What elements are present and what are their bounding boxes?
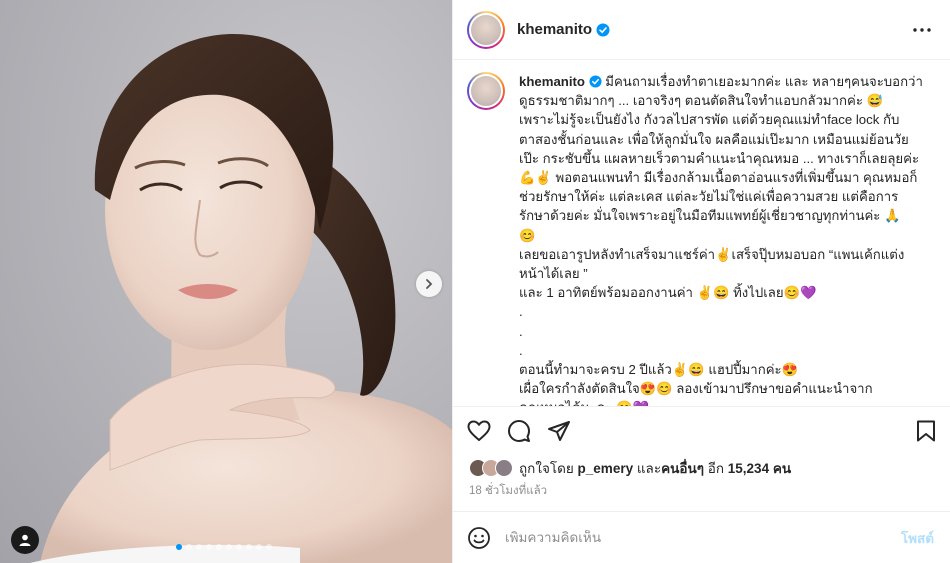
user-tag-button[interactable] (11, 526, 39, 554)
post-photo[interactable] (0, 0, 452, 563)
carousel-dot (266, 544, 272, 550)
more-horizontal-icon (913, 27, 931, 32)
more-options-button[interactable] (912, 27, 932, 33)
chevron-right-icon (426, 279, 433, 289)
caption-username[interactable]: khemanito (519, 74, 585, 89)
likes-more: อีก (707, 461, 725, 476)
save-button[interactable] (896, 420, 936, 442)
likes-unit: คน (772, 461, 792, 476)
post-header: khemanito (453, 0, 950, 60)
emoji-picker-button[interactable] (467, 526, 491, 550)
caption-line: . (519, 304, 523, 320)
liker-username[interactable]: p_emery (578, 461, 634, 476)
caption-line: คุณหมอได้นะคะ 😊💜 (519, 398, 935, 406)
caption-line: ตอนนี้ทำมาจะครบ 2 ปีแล้ว✌😄 แฮปปี้มากค่ะ😍 (519, 362, 799, 378)
caption-line: . (519, 323, 523, 339)
post-modal: khemanito khemanito มีคนถามเรื่องทำตาเยอ… (0, 0, 950, 563)
caption-line: รักษาด้วยค่ะ มั่นใจเพราะอยู่ในมือทีมแพทย… (519, 208, 901, 224)
likes-count: 15,234 (727, 460, 770, 476)
carousel-dot (256, 544, 262, 550)
header-username[interactable]: khemanito (517, 21, 592, 38)
comment-input[interactable] (505, 530, 901, 545)
caption-line: ดูธรรมชาติมากๆ ... เอาจริงๆ ตอนตัดสินใจท… (519, 93, 883, 109)
caption-line: ช่วยรักษาให้ค่ะ แต่ละเคส แต่ละวัยไม่ใช่แ… (519, 189, 899, 205)
heart-icon (467, 420, 491, 441)
carousel-dot (196, 544, 202, 550)
comment-button[interactable] (507, 419, 547, 443)
caption-line: khemanito มีคนถามเรื่องทำตาเยอะมากค่ะ แล… (519, 72, 935, 91)
carousel-dot (216, 544, 222, 550)
caption-avatar[interactable] (467, 72, 505, 110)
portrait-image (30, 33, 452, 563)
paper-plane-icon (548, 421, 570, 441)
caption-line: เลยขอเอารูปหลังทำเสร็จมาแชร์ค่า✌เสร็จปุ๊… (519, 246, 905, 262)
carousel-dot (236, 544, 242, 550)
likes-summary[interactable]: ถูกใจโดย p_emery และ คนอื่นๆ อีก 15,234 ค… (453, 455, 950, 481)
carousel-dot (186, 544, 192, 550)
avatar[interactable] (467, 10, 505, 49)
caption-line: เป๊ะ กระชับขึ้น แผลหายเร็วตามคำแนะนำคุณห… (519, 150, 920, 166)
caption-line: และ 1 อาทิตย์พร้อมออกงานค่า ✌😄 ทิ้งไปเลย… (519, 285, 817, 301)
likes-prefix: ถูกใจโดย (519, 461, 574, 476)
caption-scroll-area[interactable]: khemanito มีคนถามเรื่องทำตาเยอะมากค่ะ แล… (453, 60, 950, 407)
carousel-next-button[interactable] (416, 271, 442, 297)
carousel-indicator (176, 544, 272, 550)
caption-text: khemanito มีคนถามเรื่องทำตาเยอะมากค่ะ แล… (519, 72, 935, 406)
carousel-dot (226, 544, 232, 550)
smiley-icon (468, 526, 490, 549)
caption-line: เพราะไม่รู้จะเป็นยังไง กังวลไปสารพัด แต่… (519, 112, 900, 128)
caption-line: 💪✌ พอตอนแพนทำ มีเรื่องกล้ามเนื้อตาอ่อนแร… (519, 170, 918, 186)
likes-others-link[interactable]: คนอื่นๆ (661, 457, 704, 479)
user-tag-icon (19, 534, 31, 546)
verified-badge-icon (589, 75, 602, 88)
caption-line: . (519, 342, 523, 358)
carousel-dot (206, 544, 212, 550)
bookmark-icon (917, 420, 935, 442)
avatar (495, 459, 513, 477)
action-bar (453, 407, 950, 455)
comment-bar: โพสต์ (453, 511, 950, 563)
caption-line: เผื่อใครกำลังตัดสินใจ😍😊 ลองเข้ามาปรึกษาข… (519, 381, 873, 397)
comment-bubble-icon (508, 420, 530, 442)
carousel-dot (246, 544, 252, 550)
verified-badge-icon (596, 23, 610, 37)
likes-and: และ (636, 461, 662, 476)
like-button[interactable] (467, 420, 507, 442)
caption-line: หน้าได้เลย ” (519, 266, 588, 282)
caption-line: ตาสองชั้นก่อนและ เพื่อให้ลูกมั่นใจ ผลคือ… (519, 131, 909, 147)
post-timestamp[interactable]: 18 ชั่วโมงที่แล้ว (453, 481, 950, 501)
liker-avatars (469, 459, 513, 477)
post-comment-button[interactable]: โพสต์ (901, 527, 934, 549)
caption-line-text: มีคนถามเรื่องทำตาเยอะมากค่ะ และ หลายๆคนจ… (605, 74, 923, 89)
carousel-dot (176, 544, 182, 550)
caption-line: 😊 (519, 227, 536, 243)
post-side-panel: khemanito khemanito มีคนถามเรื่องทำตาเยอ… (452, 0, 950, 563)
share-button[interactable] (547, 419, 587, 443)
